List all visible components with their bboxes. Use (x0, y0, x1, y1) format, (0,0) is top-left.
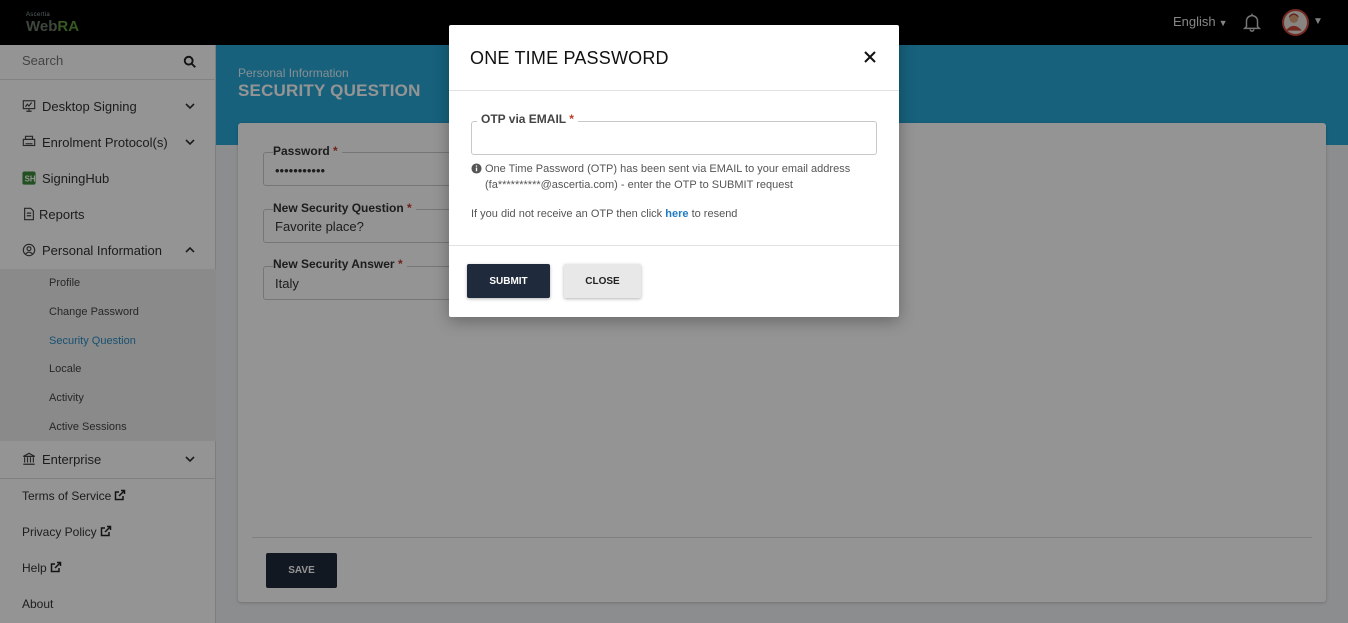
otp-label-text: OTP via EMAIL (481, 112, 566, 126)
submit-button[interactable]: SUBMIT (467, 264, 550, 298)
otp-field (471, 121, 877, 155)
otp-modal: ONE TIME PASSWORD OTP via EMAIL * One Ti… (449, 25, 899, 317)
resend-text: If you did not receive an OTP then click… (471, 208, 737, 220)
modal-footer-divider (449, 245, 899, 246)
modal-header-divider (449, 90, 899, 91)
required-marker: * (569, 112, 574, 126)
close-icon[interactable] (863, 50, 877, 64)
otp-info-line-2: (fa**********@ascertia.com) - enter the … (485, 179, 793, 191)
otp-info-line-1: One Time Password (OTP) has been sent vi… (485, 163, 851, 175)
modal-title: ONE TIME PASSWORD (470, 48, 669, 68)
otp-info-text: One Time Password (OTP) has been sent vi… (485, 161, 865, 193)
close-button[interactable]: CLOSE (564, 264, 641, 298)
otp-label: OTP via EMAIL * (477, 112, 578, 126)
resend-link[interactable]: here (665, 208, 688, 220)
resend-prefix: If you did not receive an OTP then click (471, 208, 663, 220)
info-icon (471, 163, 482, 174)
otp-input[interactable] (482, 130, 862, 145)
resend-suffix: to resend (691, 208, 738, 220)
